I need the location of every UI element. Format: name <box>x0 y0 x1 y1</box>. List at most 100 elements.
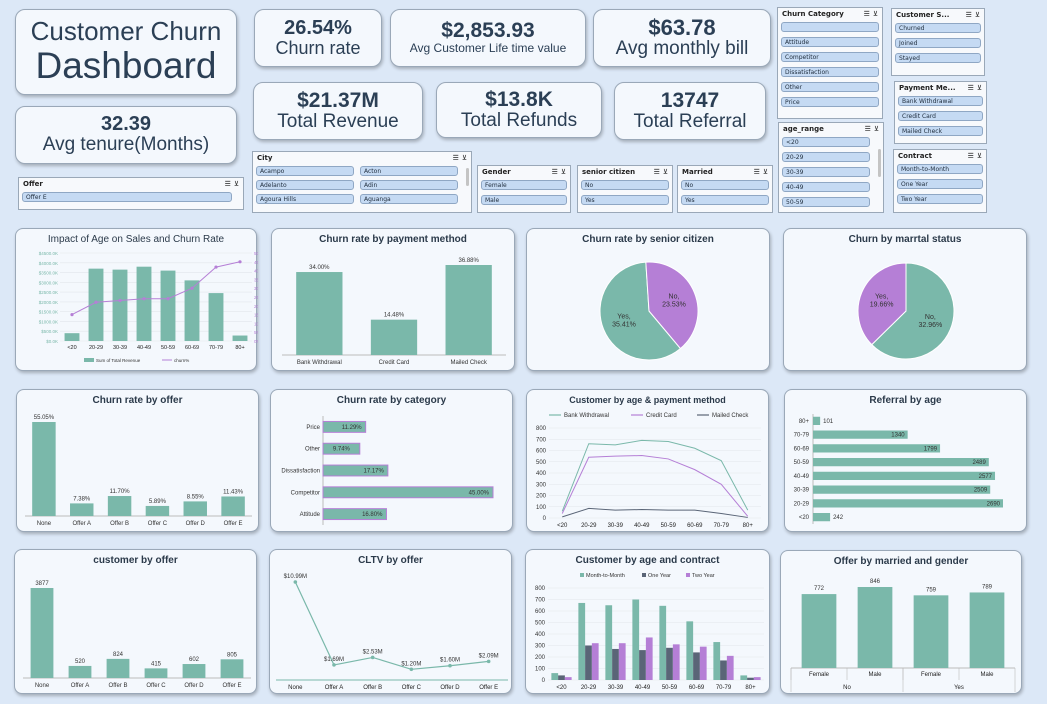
slicer-item[interactable]: 50-59 <box>782 197 870 207</box>
multi-select-icon[interactable]: ☰ <box>966 11 972 19</box>
data-label: 2690 <box>987 501 1001 507</box>
slicer-item[interactable]: Bank Withdrawal <box>898 96 983 106</box>
slicer-item[interactable]: Month-to-Month <box>897 164 983 174</box>
slicer-item[interactable]: Competitor <box>781 52 879 62</box>
y-tick-label: $2000.0K <box>39 300 58 305</box>
slicer-scrollbar[interactable] <box>466 168 469 186</box>
x-tick-label: 60-69 <box>185 345 199 351</box>
clear-filter-icon[interactable]: ⊻ <box>763 168 768 176</box>
slicer-item[interactable]: Acampo <box>256 166 354 176</box>
clear-filter-icon[interactable]: ⊻ <box>977 152 982 160</box>
kpi-refunds: $13.8K Total Refunds <box>436 82 602 138</box>
slicer-scrollbar[interactable] <box>878 149 881 177</box>
slicer-item[interactable]: Stayed <box>895 53 981 63</box>
bar <box>232 335 248 341</box>
slicer-item[interactable] <box>781 22 879 32</box>
multi-select-icon[interactable]: ☰ <box>968 84 974 92</box>
clear-filter-icon[interactable]: ⊻ <box>561 168 566 176</box>
x-tick-label: Offer D <box>184 683 204 689</box>
multi-select-icon[interactable]: ☰ <box>654 168 660 176</box>
slicer-item[interactable]: Adelanto <box>256 180 354 190</box>
bar <box>585 645 592 680</box>
slicer-item[interactable]: 20-29 <box>782 152 870 162</box>
x-tick-label: <20 <box>557 523 568 529</box>
slicer-item[interactable]: Joined <box>895 38 981 48</box>
x-tick-label: 30-39 <box>608 523 624 529</box>
data-label: 101 <box>823 419 834 425</box>
bar <box>747 677 754 680</box>
clear-filter-icon[interactable]: ⊻ <box>874 125 879 133</box>
y-tick-label: 600 <box>536 449 547 455</box>
multi-select-icon[interactable]: ☰ <box>453 154 459 162</box>
y-tick-label: 700 <box>535 598 546 604</box>
y-tick-label: $500.0K <box>41 329 58 334</box>
x-tick-label: 80+ <box>743 523 754 529</box>
chart-offer-rate: Churn rate by offer 55.05% None 7.38% Offer… <box>16 389 259 532</box>
slicer-item[interactable]: Other <box>781 82 879 92</box>
y-tick-label: 800 <box>536 426 547 432</box>
legend-swatch <box>580 573 584 577</box>
slicer-item[interactable]: Female <box>481 180 567 190</box>
bar <box>753 677 761 680</box>
y-tick-label: $2500.0K <box>39 290 58 295</box>
data-label: 11.70% <box>110 489 131 495</box>
y-tick-label: $4500.0K <box>39 251 58 256</box>
slicer-item[interactable]: 30-39 <box>782 167 870 177</box>
slicer-item[interactable]: Male <box>481 195 567 205</box>
multi-select-icon[interactable]: ☰ <box>754 168 760 176</box>
multi-select-icon[interactable]: ☰ <box>865 125 871 133</box>
slicer-item[interactable]: Two Year <box>897 194 983 204</box>
chart-age-payment-svg: 0 100 200 300 400 500 600 700 800 <20 20-29 30-39 40… <box>536 413 761 529</box>
y-tick-label: 40-49 <box>794 474 810 480</box>
legend-label: Two Year <box>692 573 715 579</box>
x-tick-label: Offer C <box>148 521 168 527</box>
slicer-item[interactable]: Attitude <box>781 37 879 47</box>
x-tick-label: 50-59 <box>661 523 677 529</box>
slicer-item[interactable]: Offer E <box>22 192 232 202</box>
data-label: Yes, <box>617 314 630 321</box>
chart-age-payment: Customer by age & payment method 0 100 200… <box>526 389 769 532</box>
clear-filter-icon[interactable]: ⊻ <box>663 168 668 176</box>
slicer-item[interactable]: Aguanga <box>360 194 458 204</box>
bar <box>578 602 586 680</box>
x-tick-label: Offer C <box>402 685 422 691</box>
data-label: 19.66% <box>870 301 894 308</box>
data-label: 759 <box>926 587 937 593</box>
kpi-tenure: 32.39 Avg tenure(Months) <box>15 106 237 164</box>
clear-filter-icon[interactable]: ⊻ <box>462 154 467 162</box>
slicer-item[interactable]: <20 <box>782 137 870 147</box>
y-tick-label: Dissatisfaction <box>281 469 320 475</box>
clear-filter-icon[interactable]: ⊻ <box>873 10 878 18</box>
slicer-item[interactable]: Yes <box>681 195 769 205</box>
slicer-item[interactable]: One Year <box>897 179 983 189</box>
x-tick-label: Female <box>809 672 830 678</box>
slicer-item[interactable]: Churned <box>895 23 981 33</box>
data-label: 17.17% <box>364 469 385 475</box>
slicer-item[interactable]: Yes <box>581 195 669 205</box>
clear-filter-icon[interactable]: ⊻ <box>234 180 239 188</box>
multi-select-icon[interactable]: ☰ <box>552 168 558 176</box>
data-label: 8.55% <box>187 494 205 500</box>
slicer-item[interactable]: Dissatisfaction <box>781 67 879 77</box>
bar <box>30 588 54 678</box>
group-label: No <box>843 685 851 691</box>
slicer-item[interactable]: No <box>581 180 669 190</box>
slicer-item[interactable]: Mailed Check <box>898 126 983 136</box>
clear-filter-icon[interactable]: ⊻ <box>975 11 980 19</box>
chart-senior: Churn rate by senior citizen Yes, 35.41% N… <box>526 228 770 371</box>
slicer-age-range-title: age_range <box>783 125 824 133</box>
clear-filter-icon[interactable]: ⊻ <box>977 84 982 92</box>
data-label: 5.89% <box>149 499 167 505</box>
x-tick-label: None <box>288 685 303 691</box>
slicer-item[interactable]: 40-49 <box>782 182 870 192</box>
slicer-item[interactable]: Credit Card <box>898 111 983 121</box>
slicer-item[interactable]: Price <box>781 97 879 107</box>
slicer-item[interactable]: Adin <box>360 180 458 190</box>
multi-select-icon[interactable]: ☰ <box>968 152 974 160</box>
slicer-item[interactable]: No <box>681 180 769 190</box>
slicer-item[interactable]: Agoura Hills <box>256 194 354 204</box>
x-tick-label: 80+ <box>745 685 756 691</box>
multi-select-icon[interactable]: ☰ <box>864 10 870 18</box>
multi-select-icon[interactable]: ☰ <box>225 180 231 188</box>
slicer-item[interactable]: Acton <box>360 166 458 176</box>
